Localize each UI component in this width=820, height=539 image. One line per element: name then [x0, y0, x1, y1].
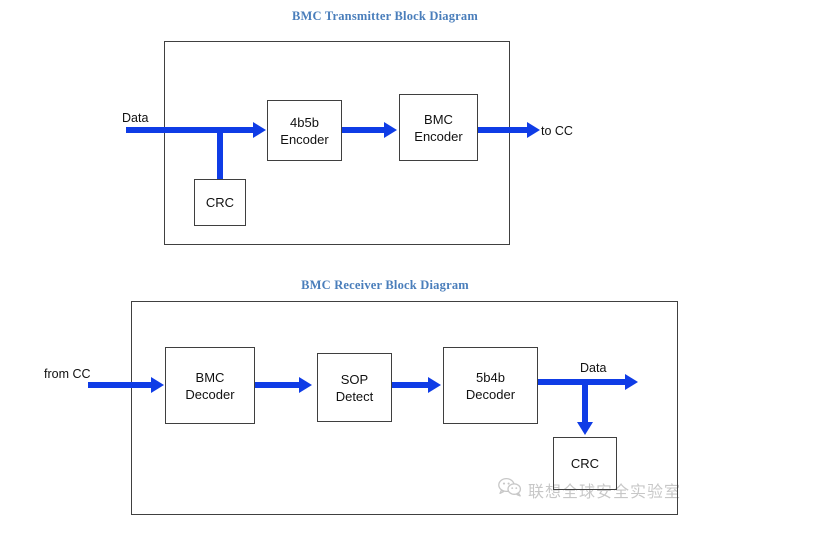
block-bmc-encoder-line2: Encoder	[414, 128, 463, 144]
transmitter-input-label: Data	[122, 111, 149, 125]
receiver-crc-branch-arrowhead	[577, 422, 593, 435]
receiver-input-arrowhead	[151, 377, 164, 393]
block-crc-transmitter[interactable]: CRC	[194, 179, 246, 226]
transmitter-input-connector	[126, 127, 256, 133]
receiver-sop-to-5b4b-arrowhead	[428, 377, 441, 393]
transmitter-input-arrowhead	[253, 122, 266, 138]
block-bmc-encoder-line1: BMC	[424, 111, 453, 127]
receiver-output-label: Data	[580, 361, 607, 375]
block-4b5b-encoder-line1: 4b5b	[290, 114, 319, 130]
transmitter-output-label: to CC	[541, 124, 573, 138]
block-5b4b-decoder-line2: Decoder	[465, 386, 516, 402]
receiver-input-label: from CC	[44, 367, 91, 381]
transmitter-diagram-title: BMC Transmitter Block Diagram	[292, 9, 478, 23]
receiver-decoder-to-sop-connector	[255, 382, 301, 388]
receiver-diagram-title: BMC Receiver Block Diagram	[301, 278, 469, 292]
block-sop-detect-line2: Detect	[335, 388, 374, 404]
transmitter-encoder-arrowhead	[384, 122, 397, 138]
transmitter-output-connector	[478, 127, 530, 133]
block-crc-receiver-label: CRC	[570, 456, 600, 471]
block-sop-detect[interactable]: SOP Detect	[317, 353, 392, 422]
transmitter-crc-branch-connector	[217, 127, 223, 181]
block-crc-receiver[interactable]: CRC	[553, 437, 617, 490]
block-4b5b-encoder-line2: Encoder	[280, 131, 329, 147]
block-5b4b-decoder-line1: 5b4b	[476, 369, 505, 385]
block-crc-transmitter-label: CRC	[205, 195, 235, 210]
transmitter-output-arrowhead	[527, 122, 540, 138]
block-bmc-decoder[interactable]: BMC Decoder	[165, 347, 255, 424]
diagram-canvas: BMC Transmitter Block Diagram Data 4b5b …	[0, 0, 820, 539]
block-bmc-decoder-line1: BMC	[195, 369, 225, 385]
block-sop-detect-line1: SOP	[340, 371, 369, 387]
block-bmc-decoder-line2: Decoder	[185, 386, 235, 402]
receiver-output-arrowhead	[625, 374, 638, 390]
block-4b5b-encoder[interactable]: 4b5b Encoder	[267, 100, 342, 161]
block-5b4b-decoder[interactable]: 5b4b Decoder	[443, 347, 538, 424]
receiver-input-connector	[88, 382, 154, 388]
transmitter-encoder-connector	[342, 127, 386, 133]
receiver-decoder-to-sop-arrowhead	[299, 377, 312, 393]
block-bmc-encoder[interactable]: BMC Encoder	[399, 94, 478, 161]
receiver-crc-branch-connector	[582, 379, 588, 424]
